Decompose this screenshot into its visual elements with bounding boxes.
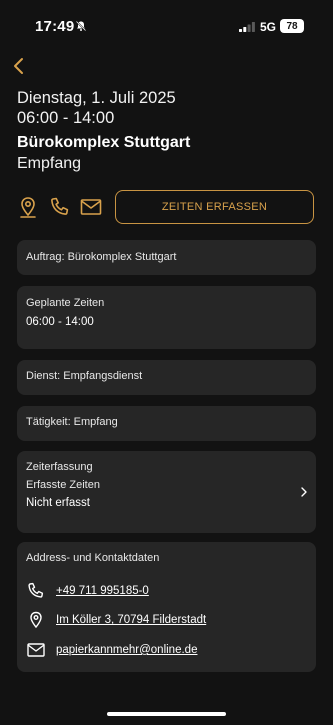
contact-phone-link[interactable]: +49 711 995185-0 (56, 585, 149, 597)
taetigkeit-text: Tätigkeit: Empfang (26, 416, 118, 428)
contact-phone-row[interactable]: +49 711 995185-0 (26, 581, 149, 601)
phone-icon[interactable] (48, 196, 72, 218)
location-area: Empfang (17, 155, 82, 172)
dienst-card: Dienst: Empfangsdienst (17, 360, 316, 395)
auftrag-card: Auftrag: Bürokomplex Stuttgart (17, 240, 316, 275)
contact-email-row[interactable]: papierkannmehr@online.de (26, 640, 197, 660)
taetigkeit-card: Tätigkeit: Empfang (17, 406, 316, 441)
contact-card: Address- und Kontaktdaten +49 711 995185… (17, 542, 316, 672)
chevron-right-icon (301, 487, 307, 497)
contact-title: Address- und Kontaktdaten (26, 552, 160, 564)
mail-icon[interactable] (79, 196, 103, 218)
status-bar: 17:49 5G 78 (0, 0, 333, 52)
phone-icon (28, 582, 44, 598)
signal-icon (239, 22, 255, 32)
shift-time: 06:00 - 14:00 (17, 109, 115, 127)
battery-indicator: 78 (280, 19, 304, 33)
contact-address-row[interactable]: Im Köller 3, 70794 Filderstadt (26, 610, 206, 630)
network-label: 5G (260, 20, 277, 34)
location-title: Bürokomplex Stuttgart (17, 134, 191, 151)
zeiterfassung-label: Zeiterfassung (26, 461, 93, 473)
bell-off-icon (75, 20, 87, 32)
record-times-button[interactable]: ZEITEN ERFASSEN (115, 190, 314, 224)
auftrag-text: Auftrag: Bürokomplex Stuttgart (26, 251, 177, 263)
home-indicator[interactable] (107, 712, 226, 716)
dienst-text: Dienst: Empfangsdienst (26, 370, 143, 382)
planned-times-card: Geplante Zeiten 06:00 - 14:00 (17, 286, 316, 349)
contact-email-link[interactable]: papierkannmehr@online.de (56, 644, 197, 656)
shift-date: Dienstag, 1. Juli 2025 (17, 89, 176, 107)
location-pin-icon[interactable] (16, 196, 40, 218)
location-pin-icon (30, 611, 42, 629)
planned-times-label: Geplante Zeiten (26, 297, 105, 309)
planned-times-value: 06:00 - 14:00 (26, 316, 94, 328)
back-button[interactable] (4, 52, 32, 80)
battery-level: 78 (286, 20, 298, 32)
recorded-times-label: Erfasste Zeiten (26, 479, 100, 491)
recorded-times-value: Nicht erfasst (26, 497, 90, 509)
status-time: 17:49 (35, 18, 75, 35)
chevron-left-icon (14, 58, 23, 74)
contact-address-link[interactable]: Im Köller 3, 70794 Filderstadt (56, 614, 206, 626)
mail-icon (27, 643, 45, 657)
zeiterfassung-card[interactable]: Zeiterfassung Erfasste Zeiten Nicht erfa… (17, 451, 316, 533)
screen: 17:49 5G 78 Dienstag, 1. Juli 2025 06:00… (0, 0, 333, 725)
